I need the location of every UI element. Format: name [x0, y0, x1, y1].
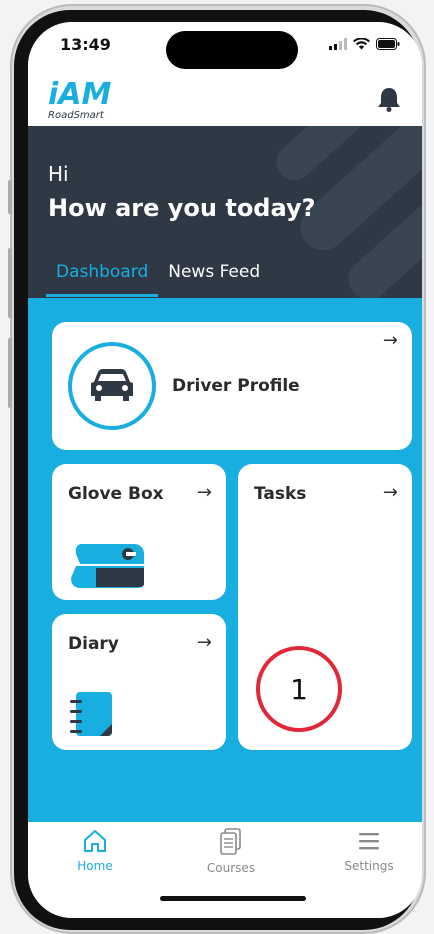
app-screen: 13:49 iAM RoadSmart Hi How are you today… — [28, 22, 422, 918]
signal-icon — [329, 38, 347, 50]
courses-icon — [220, 828, 241, 855]
greeting: Hi — [48, 162, 69, 186]
diary-title: Diary — [68, 634, 119, 654]
side-button — [8, 248, 12, 318]
hero-banner: Hi How are you today? Dashboard News Fee… — [28, 126, 422, 298]
svg-text:RoadSmart: RoadSmart — [48, 110, 105, 121]
glove-box-icon — [71, 544, 144, 588]
dynamic-island — [166, 31, 298, 69]
arrow-right-icon: → — [196, 632, 212, 653]
dashboard: Driver Profile → Glove Box → Tasks → 1 D… — [28, 298, 422, 822]
status-time: 13:49 — [60, 35, 111, 54]
status-bar: 13:49 — [28, 22, 422, 72]
home-icon — [84, 830, 106, 852]
arrow-right-icon: → — [382, 330, 398, 351]
home-indicator — [160, 896, 306, 901]
car-icon-circle — [68, 342, 156, 430]
tasks-card[interactable]: Tasks → 1 — [238, 464, 412, 750]
iam-roadsmart-logo: iAM RoadSmart — [48, 77, 112, 121]
wifi-icon — [353, 38, 370, 50]
greeting-question: How are you today? — [48, 194, 316, 222]
nav-courses-label: Courses — [206, 861, 256, 875]
tab-dashboard[interactable]: Dashboard — [46, 254, 159, 297]
nav-courses[interactable]: Courses — [186, 828, 276, 875]
arrow-right-icon: → — [196, 482, 212, 503]
menu-icon — [359, 833, 379, 850]
tasks-title: Tasks — [254, 484, 307, 504]
diary-card[interactable]: Diary → — [52, 614, 226, 750]
nav-settings-label: Settings — [344, 859, 394, 873]
svg-text:iAM: iAM — [48, 77, 112, 112]
glove-box-title: Glove Box — [68, 484, 164, 504]
driver-profile-title: Driver Profile — [172, 376, 300, 396]
arrow-right-icon: → — [382, 482, 398, 503]
nav-home-label: Home — [77, 859, 113, 873]
tab-bar: Dashboard News Feed — [46, 254, 270, 297]
nav-home[interactable]: Home — [50, 828, 140, 873]
app-header: iAM RoadSmart — [28, 72, 422, 126]
tab-news-feed[interactable]: News Feed — [158, 254, 270, 297]
car-icon — [91, 369, 133, 401]
nav-settings[interactable]: Settings — [324, 828, 414, 873]
task-count-badge: 1 — [256, 646, 342, 732]
side-button — [8, 338, 12, 408]
battery-icon — [376, 38, 400, 50]
status-icons — [329, 38, 400, 50]
side-button — [8, 180, 12, 214]
bell-icon[interactable] — [376, 86, 402, 112]
diary-icon — [70, 692, 112, 736]
bottom-nav: Home Courses Settings — [28, 822, 422, 918]
driver-profile-card[interactable]: Driver Profile → — [52, 322, 412, 450]
glove-box-card[interactable]: Glove Box → — [52, 464, 226, 600]
